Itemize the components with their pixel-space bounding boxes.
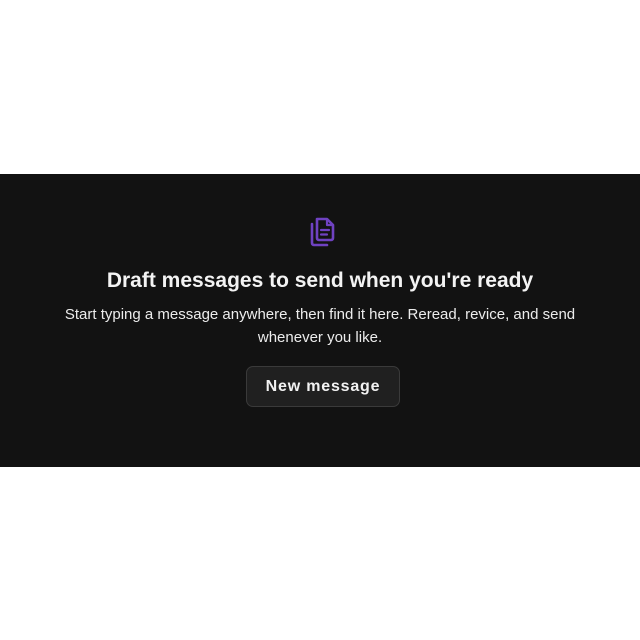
page: Draft messages to send when you're ready… (0, 0, 640, 640)
empty-state-description: Start typing a message anywhere, then fi… (64, 306, 576, 346)
new-message-button[interactable]: New message (246, 366, 400, 407)
empty-state-title: Draft messages to send when you're ready (106, 269, 534, 292)
drafts-empty-state: Draft messages to send when you're ready… (0, 174, 640, 467)
drafts-document-icon (308, 217, 336, 247)
